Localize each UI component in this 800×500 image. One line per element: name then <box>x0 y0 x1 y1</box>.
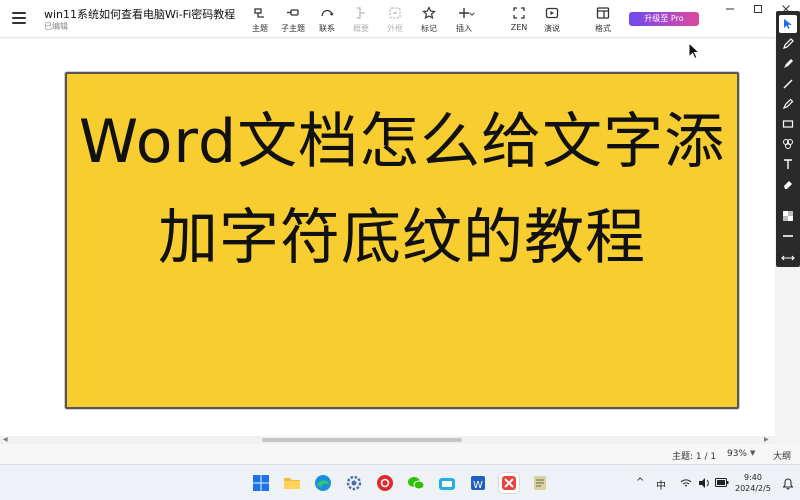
mindmap-canvas[interactable]: Word文档怎么给文字添加字符底纹的教程 <box>0 39 775 437</box>
zoom-chevron-icon[interactable]: ▼ <box>750 449 755 457</box>
format-label: 格式 <box>595 24 611 33</box>
topic-label: 主题 <box>252 24 268 33</box>
battery-icon[interactable] <box>715 478 729 487</box>
relationship-label: 联系 <box>319 24 335 33</box>
text-icon[interactable] <box>779 155 797 173</box>
star-icon <box>422 6 436 20</box>
pencil-icon[interactable] <box>779 35 797 53</box>
marker-icon[interactable] <box>779 55 797 73</box>
scroll-right-icon[interactable]: ▶ <box>764 436 769 443</box>
wechat-icon[interactable] <box>406 473 426 493</box>
boundary-icon <box>389 7 401 19</box>
topic-icon <box>254 8 264 18</box>
zoom-level[interactable]: 93% <box>727 449 747 459</box>
marker-label: 标记 <box>421 24 437 33</box>
summary-label: 概要 <box>353 24 369 33</box>
notepad-icon[interactable] <box>530 473 550 493</box>
topic-button[interactable]: 主题 <box>243 4 277 34</box>
upgrade-pro-button[interactable]: 升级至 Pro <box>629 12 699 26</box>
eraser-icon[interactable] <box>779 175 797 193</box>
boundary-label: 外框 <box>387 24 403 33</box>
minimize-icon[interactable] <box>716 0 744 18</box>
resize-icon[interactable] <box>779 249 797 267</box>
edge-icon[interactable] <box>313 473 333 493</box>
netease-music-icon[interactable] <box>375 473 395 493</box>
clock-date: 2024/2/5 <box>735 484 771 493</box>
status-bar: 主题: 1 / 1 93% ▼ 大纲 <box>0 444 800 464</box>
start-icon[interactable] <box>251 473 271 493</box>
tray-expand-icon[interactable]: ^ <box>636 477 644 488</box>
color-icon[interactable] <box>779 135 797 153</box>
xmind-icon[interactable] <box>499 473 519 493</box>
rectangle-icon[interactable] <box>779 115 797 133</box>
word-icon[interactable]: W <box>468 473 488 493</box>
document-title: win11系统如何查看电脑Wi-Fi密码教程 <box>44 8 236 21</box>
pattern-icon[interactable] <box>779 207 797 225</box>
line-icon[interactable] <box>779 75 797 93</box>
scrollbar-thumb[interactable] <box>262 438 462 442</box>
summary-icon <box>357 7 365 19</box>
settings-icon[interactable] <box>344 473 364 493</box>
clock-time: 9:40 <box>743 473 762 482</box>
ime-indicator[interactable]: 中 <box>656 477 666 492</box>
pitch-button[interactable]: 演说 <box>535 4 569 34</box>
relationship-button[interactable]: 联系 <box>310 4 344 34</box>
pitch-label: 演说 <box>544 24 560 33</box>
horizontal-scrollbar[interactable]: ◀ ▶ <box>0 436 775 444</box>
zen-icon <box>513 7 525 19</box>
outline-button[interactable]: 大纲 <box>773 449 791 462</box>
topic-count: 主题: 1 / 1 <box>672 452 717 462</box>
highlighter-icon[interactable] <box>779 95 797 113</box>
subtopic-icon <box>287 9 299 16</box>
svg-text:W: W <box>473 480 483 491</box>
file-explorer-icon[interactable] <box>282 473 302 493</box>
marker-button[interactable]: 标记 <box>412 4 446 34</box>
scroll-left-icon[interactable]: ◀ <box>3 436 8 443</box>
drawing-palette <box>776 11 800 267</box>
boundary-button[interactable]: 外框 <box>378 4 412 34</box>
central-topic[interactable]: Word文档怎么给文字添加字符底纹的教程 <box>65 72 739 409</box>
relationship-icon <box>321 9 334 17</box>
format-button[interactable]: 格式 <box>586 4 620 34</box>
pointer-icon[interactable] <box>779 15 797 33</box>
subtopic-label: 子主题 <box>281 24 305 33</box>
chevron-down-icon[interactable] <box>467 8 477 38</box>
toolbar: win11系统如何查看电脑Wi-Fi密码教程 已编辑 主题 子主题 联系 概要 … <box>0 0 800 38</box>
system-clock[interactable]: 9:40 2024/2/5 <box>735 472 771 494</box>
app-window: win11系统如何查看电脑Wi-Fi密码教程 已编辑 主题 子主题 联系 概要 … <box>0 0 800 500</box>
taskbar: W ^ 中 9:40 2024/2/5 <box>0 464 800 500</box>
format-icon <box>596 7 610 19</box>
subtopic-button[interactable]: 子主题 <box>276 4 310 34</box>
notification-bell-icon[interactable] <box>783 478 793 490</box>
maximize-icon[interactable] <box>744 0 772 18</box>
central-topic-text: Word文档怎么给文字添加字符底纹的教程 <box>78 107 726 273</box>
summary-button[interactable]: 概要 <box>344 4 378 34</box>
stroke-icon[interactable] <box>779 227 797 245</box>
bilibili-icon[interactable] <box>437 473 457 493</box>
play-icon <box>545 7 559 19</box>
menu-icon[interactable] <box>10 10 28 26</box>
volume-icon[interactable] <box>698 477 710 489</box>
document-status: 已编辑 <box>44 22 68 31</box>
zen-label: ZEN <box>510 23 528 32</box>
wifi-icon[interactable] <box>680 478 692 488</box>
zen-button[interactable]: ZEN <box>502 4 536 34</box>
mouse-cursor-icon <box>688 42 700 60</box>
